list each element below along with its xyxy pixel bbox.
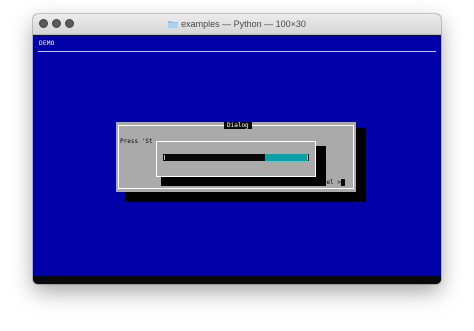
title-bar[interactable]: examples — Python — 100×30 [33,14,441,35]
gauge-left-cap [164,155,165,160]
dialog-title: Dialog [224,122,252,129]
backtitle-divider [38,51,436,52]
folder-icon [168,20,179,28]
dialog-message: Press 'St [120,138,153,145]
progress-gauge-fill [265,154,308,161]
progress-gauge [163,154,309,161]
terminal-window: examples — Python — 100×30 DEMO Dialog P… [33,14,441,284]
terminal-bottom-edge [33,276,441,284]
terminal-screen[interactable]: DEMO Dialog Press 'St ncel > [33,35,441,280]
gauge-dialog [156,141,316,177]
window-title-container: examples — Python — 100×30 [33,14,441,34]
window-title: examples — Python — 100×30 [181,19,306,29]
gauge-right-cap [307,155,308,160]
backtitle: DEMO [39,40,55,47]
